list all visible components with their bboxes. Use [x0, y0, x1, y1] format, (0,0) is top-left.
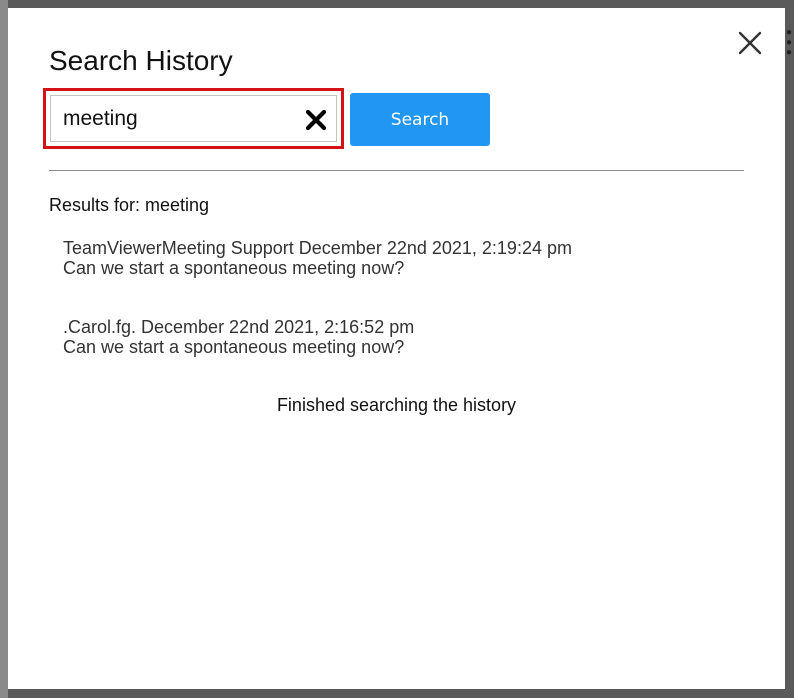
search-field [50, 95, 337, 142]
clear-x-icon [305, 109, 327, 131]
result-item[interactable]: TeamViewerMeeting Support December 22nd … [63, 238, 572, 278]
result-message: Can we start a spontaneous meeting now? [63, 257, 405, 278]
search-button[interactable]: Search [350, 93, 490, 146]
backdrop-edge [0, 0, 8, 698]
result-header: .Carol.fg. December 22nd 2021, 2:16:52 p… [63, 317, 415, 337]
search-input[interactable] [51, 96, 291, 141]
divider [49, 170, 744, 171]
close-icon [738, 31, 762, 55]
results-heading: Results for: meeting [49, 195, 210, 215]
dialog-title: Search History [49, 45, 233, 76]
clear-search-button[interactable] [304, 108, 328, 132]
result-header: TeamViewerMeeting Support December 22nd … [63, 238, 572, 258]
close-button[interactable] [735, 28, 765, 58]
search-history-dialog: Search History Search Results for: meeti… [8, 8, 785, 689]
more-options-icon: ● ● ● [786, 27, 793, 58]
search-status-text: Finished searching the history [276, 395, 517, 415]
result-item[interactable]: .Carol.fg. December 22nd 2021, 2:16:52 p… [63, 317, 415, 357]
search-field-highlight [43, 88, 344, 149]
result-message: Can we start a spontaneous meeting now? [63, 336, 405, 357]
